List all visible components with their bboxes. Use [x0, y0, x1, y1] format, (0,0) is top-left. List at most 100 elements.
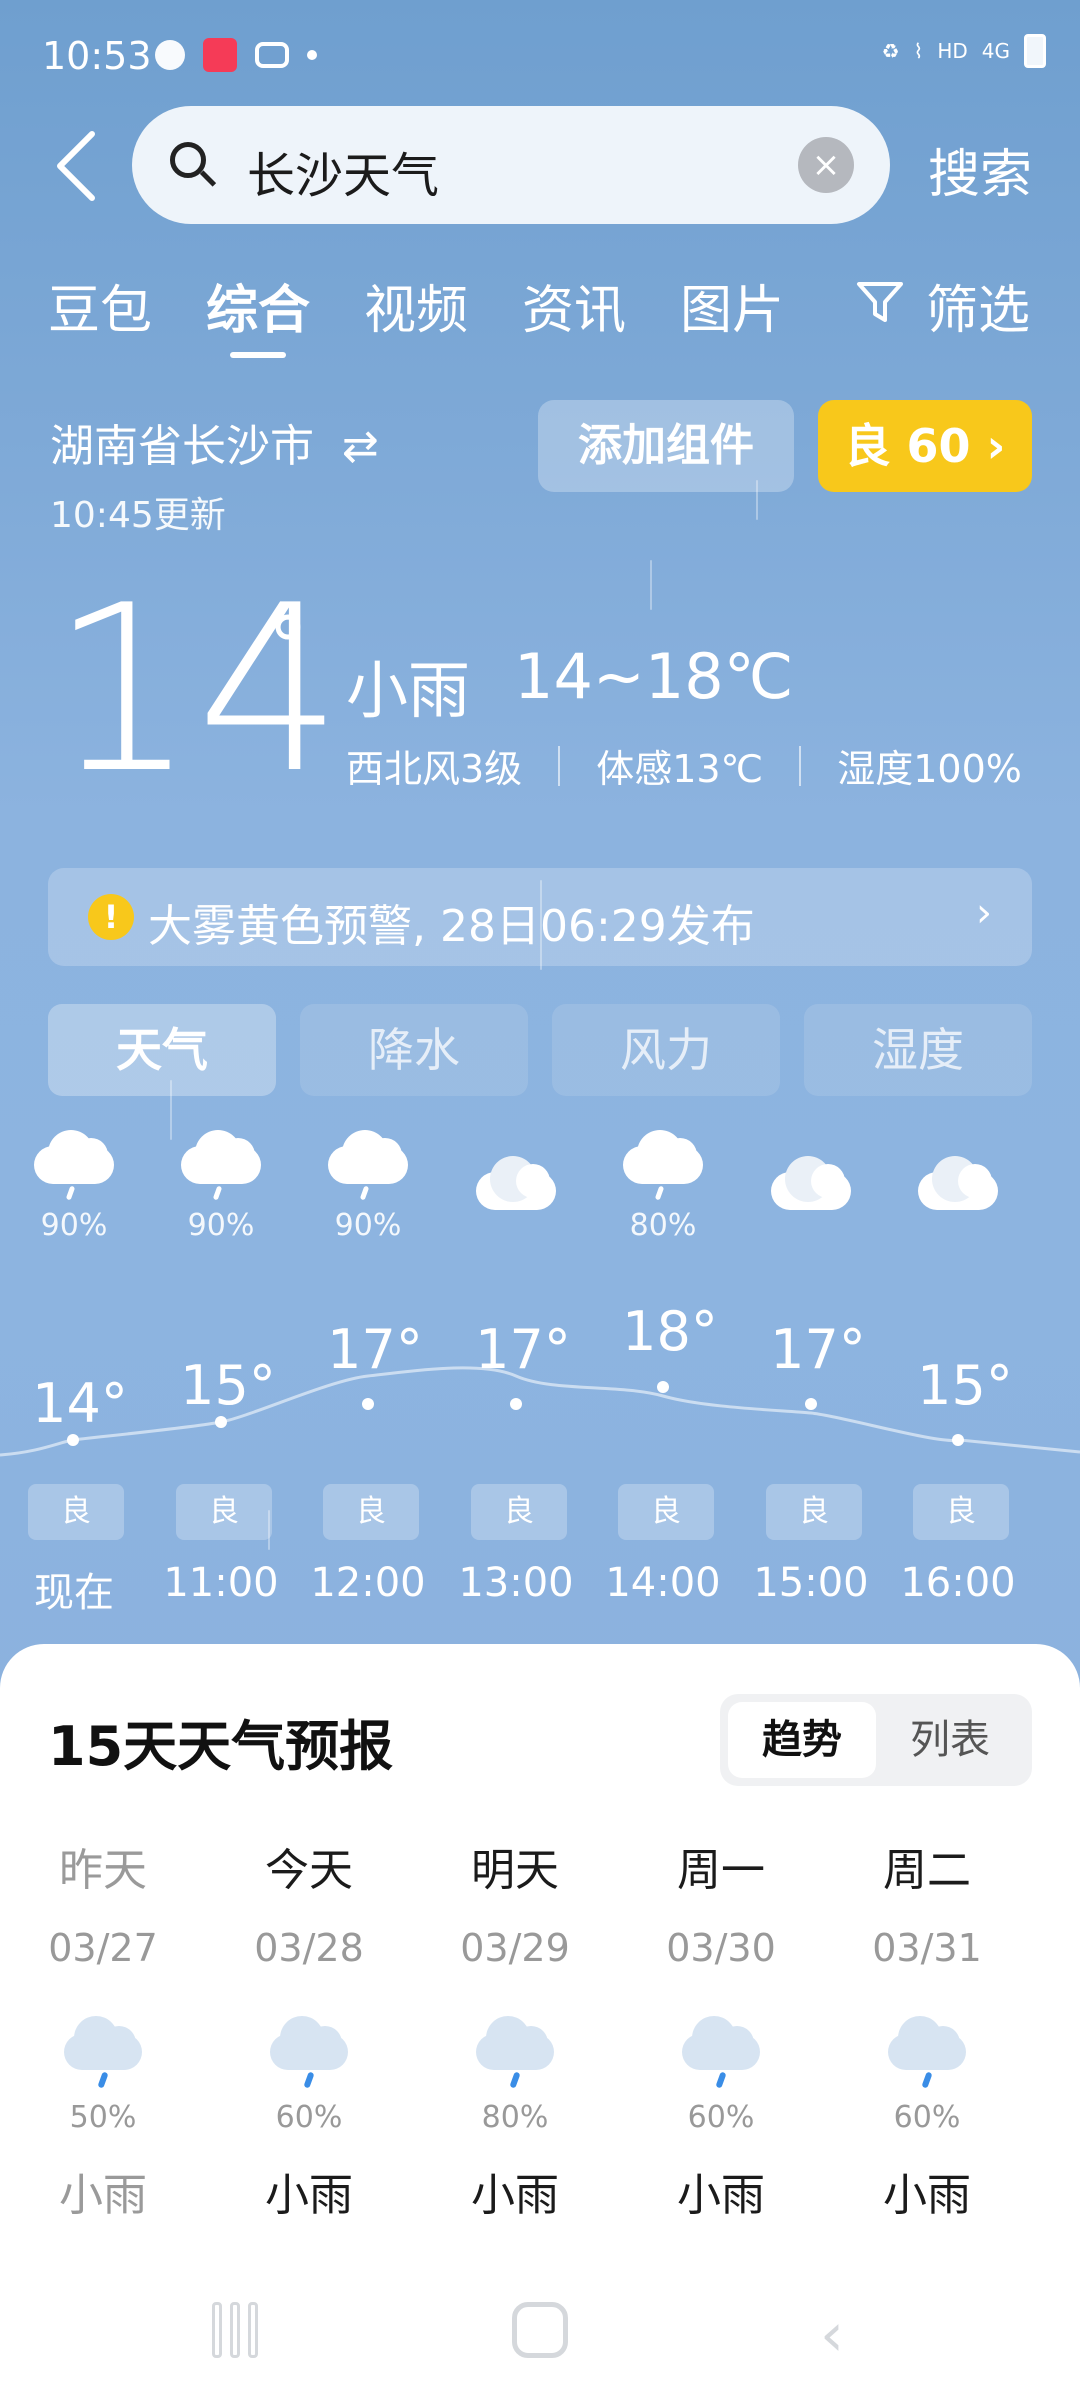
- status-notification-icons: [155, 38, 317, 72]
- list-toggle-button[interactable]: 列表: [876, 1702, 1024, 1778]
- precip-prob: 90%: [334, 1208, 402, 1243]
- hourly-time: 14:00: [605, 1560, 721, 1606]
- day-date: 03/31: [872, 1926, 982, 1970]
- trend-toggle-button[interactable]: 趋势: [728, 1702, 876, 1778]
- forecast-title: 15天天气预报: [48, 1715, 394, 1778]
- hourly-item: 80%: [589, 1130, 737, 1244]
- tab-bar: 豆包 综合 视频 资讯 图片 筛选: [0, 268, 1080, 358]
- hourly-temp: 15°: [180, 1354, 276, 1417]
- tab-comprehensive[interactable]: 综合: [206, 268, 310, 343]
- rain-cloud-icon: [181, 1130, 261, 1201]
- hourly-aqi: 良: [471, 1484, 567, 1540]
- weather-details: 西北风3级 体感13℃ 湿度100%: [346, 738, 1022, 793]
- forecast-day[interactable]: 今天 03/28 60% 小雨: [234, 1834, 384, 2223]
- day-date: 03/27: [48, 1926, 158, 1970]
- forecast-day[interactable]: 昨天 03/27 50% 小雨: [28, 1834, 178, 2223]
- battery-icon: [1024, 34, 1046, 68]
- rain-cloud-icon: [682, 2016, 760, 2089]
- qq-icon: [155, 40, 185, 70]
- divider: [558, 745, 561, 786]
- tab-images[interactable]: 图片: [680, 268, 784, 343]
- rain-cloud-icon: [476, 2016, 554, 2089]
- cloudy-icon: [476, 1156, 556, 1212]
- day-label: 昨天: [59, 1845, 147, 1896]
- tab-doubao[interactable]: 豆包: [48, 268, 152, 343]
- search-input[interactable]: 长沙天气: [247, 136, 439, 206]
- chevron-right-icon: ›: [976, 890, 992, 936]
- status-right-icons: ♻ ⌇ HD 4G: [882, 34, 1046, 68]
- hourly-aqi: 良: [28, 1484, 124, 1540]
- hourly-temp: 17°: [770, 1318, 866, 1381]
- voicemail-icon: [255, 42, 289, 68]
- recycle-icon: ♻: [881, 39, 900, 63]
- subtab-precipitation[interactable]: 降水: [300, 1004, 528, 1096]
- alert-text: 大雾黄色预警, 28日06:29发布: [148, 901, 755, 952]
- hourly-aqi: 良: [323, 1484, 419, 1540]
- network-label: HD: [937, 39, 968, 63]
- status-bar: 10:53 ♻ ⌇ HD 4G: [0, 0, 1080, 110]
- search-icon: [170, 142, 206, 178]
- search-box[interactable]: 长沙天气 ×: [132, 106, 890, 224]
- hourly-time: 16:00: [900, 1560, 1016, 1606]
- rain-cloud-icon: [328, 1130, 408, 1201]
- forecast-day[interactable]: 周二 03/31 60% 小雨: [852, 1834, 1002, 2223]
- switch-city-icon: ⇄: [342, 421, 379, 472]
- hourly-aqi: 良: [913, 1484, 1009, 1540]
- tab-news[interactable]: 资讯: [522, 268, 626, 343]
- forecast-day[interactable]: 周一 03/30 60% 小雨: [646, 1834, 796, 2223]
- system-navigation-bar: ‹: [0, 2280, 1080, 2380]
- clear-icon[interactable]: ×: [798, 137, 854, 193]
- tab-video[interactable]: 视频: [364, 268, 468, 343]
- hourly-subtabs: 天气 降水 风力 湿度: [48, 1004, 1032, 1096]
- rain-cloud-icon: [34, 1130, 114, 1201]
- day-weather: 小雨: [677, 2170, 765, 2221]
- day-precip: 60%: [275, 2100, 343, 2135]
- add-widget-button[interactable]: 添加组件: [538, 400, 794, 492]
- view-toggle: 趋势 列表: [720, 1694, 1032, 1786]
- signal-label: 4G: [981, 39, 1010, 63]
- hourly-time: 15:00: [753, 1560, 869, 1606]
- hourly-item: 90%: [147, 1130, 295, 1244]
- precip-prob: [884, 1234, 1032, 1270]
- location-name: 湖南省长沙市: [50, 421, 314, 472]
- subtab-humidity[interactable]: 湿度: [804, 1004, 1032, 1096]
- hourly-item: 90%: [0, 1130, 148, 1244]
- day-label: 今天: [265, 1845, 353, 1896]
- precip-prob: [442, 1234, 590, 1270]
- day-label: 明天: [471, 1845, 559, 1896]
- day-label: 周一: [677, 1845, 765, 1896]
- rain-streak: [650, 560, 652, 610]
- degree-symbol: °: [268, 600, 308, 693]
- location-selector[interactable]: 湖南省长沙市 ⇄: [50, 410, 379, 474]
- aqi-badge-button[interactable]: 良 60 ›: [818, 400, 1032, 492]
- cloudy-icon: [771, 1156, 851, 1212]
- search-button[interactable]: 搜索: [928, 132, 1032, 207]
- cloudy-icon: [918, 1156, 998, 1212]
- current-condition: 小雨: [346, 654, 471, 727]
- hourly-temp: 17°: [327, 1318, 423, 1381]
- hourly-aqi: 良: [766, 1484, 862, 1540]
- humidity: 湿度100%: [837, 747, 1022, 791]
- rain-cloud-icon: [64, 2016, 142, 2089]
- forecast-day[interactable]: 明天 03/29 80% 小雨: [440, 1834, 590, 2223]
- hourly-temp: 15°: [917, 1354, 1013, 1417]
- more-dot-icon: [307, 50, 317, 60]
- filter-icon[interactable]: [855, 280, 905, 324]
- temperature-range: 14~18℃: [514, 640, 794, 713]
- wifi-icon: ⌇: [913, 39, 924, 63]
- day-weather: 小雨: [883, 2170, 971, 2221]
- tab-filter[interactable]: 筛选: [926, 268, 1030, 343]
- hourly-time: 12:00: [310, 1560, 426, 1606]
- subtab-weather[interactable]: 天气: [48, 1004, 276, 1096]
- subtab-wind[interactable]: 风力: [552, 1004, 780, 1096]
- day-precip: 60%: [893, 2100, 961, 2135]
- hourly-aqi: 良: [618, 1484, 714, 1540]
- nav-back-icon[interactable]: ‹: [820, 2300, 844, 2370]
- home-button[interactable]: [512, 2302, 568, 2358]
- day-weather: 小雨: [265, 2170, 353, 2221]
- hourly-temp: 14°: [32, 1372, 128, 1435]
- hourly-item: [442, 1130, 590, 1270]
- back-arrow-icon[interactable]: [52, 130, 102, 202]
- recents-button[interactable]: [212, 2302, 268, 2358]
- weather-alert-banner[interactable]: ! 大雾黄色预警, 28日06:29发布 ›: [48, 868, 1032, 966]
